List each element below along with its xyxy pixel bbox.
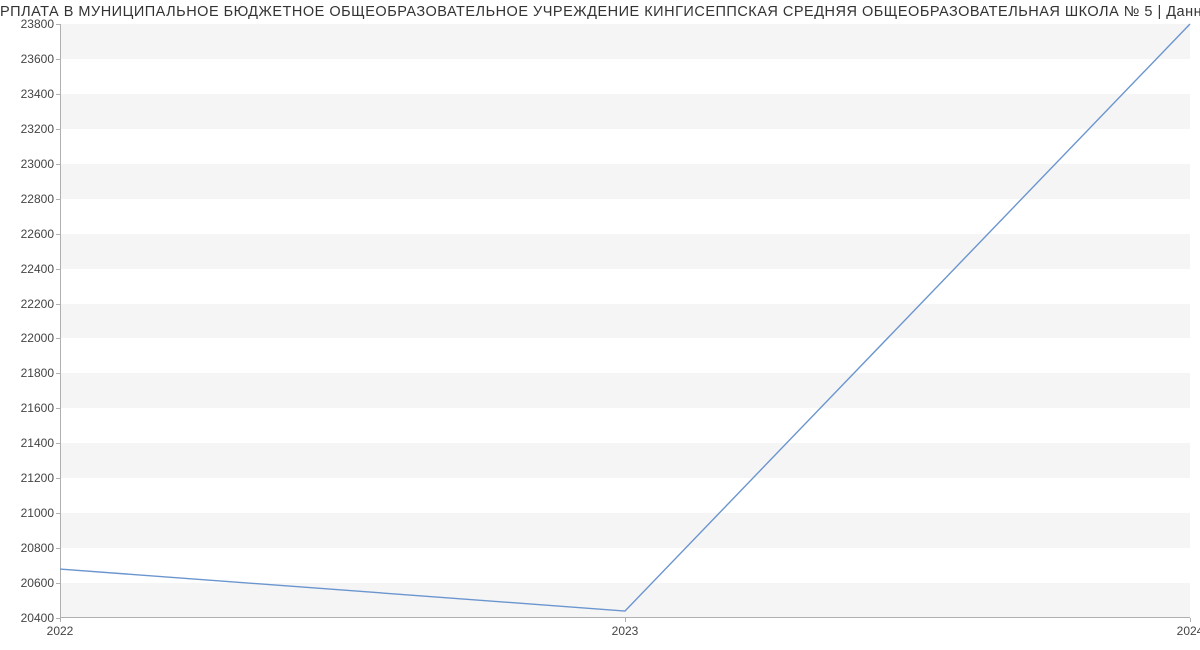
y-tick-label: 23600 <box>10 52 54 66</box>
y-tick-label: 21400 <box>10 436 54 450</box>
line-svg <box>60 24 1190 618</box>
y-tick-label: 23000 <box>10 157 54 171</box>
y-tick-label: 21000 <box>10 506 54 520</box>
y-tick-label: 22400 <box>10 262 54 276</box>
y-tick-label: 21800 <box>10 366 54 380</box>
y-tick-label: 20800 <box>10 541 54 555</box>
y-tick-label: 23800 <box>10 17 54 31</box>
y-tick-label: 23200 <box>10 122 54 136</box>
x-tick-label: 2022 <box>47 624 74 638</box>
y-tick-label: 22000 <box>10 331 54 345</box>
y-tick-label: 22800 <box>10 192 54 206</box>
y-tick-label: 23400 <box>10 87 54 101</box>
series-line <box>60 24 1190 611</box>
y-tick-label: 21600 <box>10 401 54 415</box>
y-tick-label: 20400 <box>10 611 54 625</box>
y-tick-label: 21200 <box>10 471 54 485</box>
chart-title: РПЛАТА В МУНИЦИПАЛЬНОЕ БЮДЖЕТНОЕ ОБЩЕОБР… <box>0 4 1200 20</box>
y-tick-label: 22600 <box>10 227 54 241</box>
x-tick-label: 2024 <box>1177 624 1200 638</box>
y-tick-label: 22200 <box>10 297 54 311</box>
x-tick-label: 2023 <box>612 624 639 638</box>
y-tick-label: 20600 <box>10 576 54 590</box>
chart-container: РПЛАТА В МУНИЦИПАЛЬНОЕ БЮДЖЕТНОЕ ОБЩЕОБР… <box>0 0 1200 650</box>
plot-area: 2040020600208002100021200214002160021800… <box>60 24 1190 618</box>
